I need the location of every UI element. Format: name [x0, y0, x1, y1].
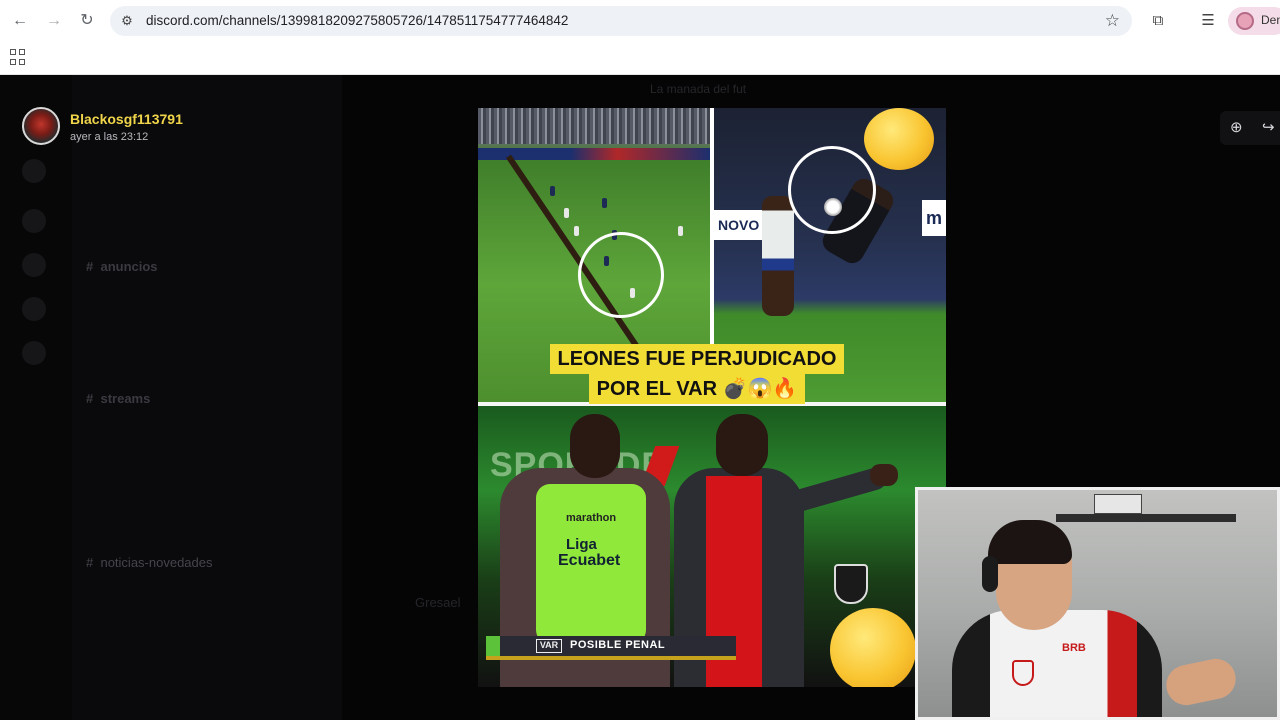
server-rail: [0, 75, 72, 720]
channel-item-selected[interactable]: # noticias-novedades: [86, 555, 213, 570]
sideline-photo: SPORADE marathon Liga Ecuabet VAR POSIBL…: [478, 406, 946, 687]
headline: LEONES FUE PERJUDICADO POR EL VAR 💣😱🔥: [534, 344, 860, 404]
jersey-crest-icon: [1012, 660, 1034, 686]
jersey-brand: BRB: [1062, 642, 1086, 654]
player: [602, 198, 607, 208]
forward-arrow-icon[interactable]: →: [44, 11, 64, 31]
download-icon[interactable]: [22, 341, 46, 365]
shelf-items: [1094, 494, 1142, 514]
server-icon[interactable]: [22, 159, 46, 183]
vest-line1: Liga: [566, 536, 597, 553]
browser-toolbar: ← → ↻ ⚙ discord.com/channels/13998182092…: [0, 0, 1280, 42]
extensions-icon[interactable]: ⧉: [1148, 11, 1168, 31]
training-vest: marathon Liga Ecuabet: [536, 484, 646, 644]
chat-username: Gresael: [415, 595, 461, 610]
server-name: La manada del fut: [650, 82, 747, 96]
reload-icon[interactable]: ↻: [77, 11, 97, 31]
vest-brand: marathon: [566, 512, 617, 524]
lower-third-text: POSIBLE PENAL: [570, 639, 666, 651]
vest-line2: Ecuabet: [558, 552, 621, 569]
media-image[interactable]: NOVO m LEONES FUE PERJUDICADO POR EL VAR…: [478, 108, 946, 687]
url-text: discord.com/channels/1399818209275805726…: [146, 13, 569, 28]
channel-item[interactable]: # streams: [86, 391, 150, 406]
site-settings-icon[interactable]: ⚙: [118, 12, 136, 30]
club-crest-icon: [834, 564, 868, 604]
forward-share-icon[interactable]: ↪: [1262, 118, 1275, 136]
player-bench-head: [570, 414, 620, 478]
streamer-jersey: BRB: [952, 610, 1162, 717]
channel-sidebar: # anuncios # streams # noticias-novedade…: [72, 75, 342, 720]
zoom-icon[interactable]: ⊕: [1230, 118, 1243, 136]
headline-line1: LEONES FUE PERJUDICADO: [549, 344, 845, 374]
headline-line2: POR EL VAR 💣😱🔥: [588, 374, 806, 404]
star-icon[interactable]: ☆: [1105, 11, 1120, 31]
channel-label: anuncios: [100, 259, 158, 274]
author-name[interactable]: Blackosgf113791: [70, 111, 183, 127]
headset-icon: [982, 556, 998, 592]
var-badge: VAR: [536, 639, 562, 653]
back-arrow-icon[interactable]: ←: [10, 11, 30, 31]
highlight-circle: [788, 146, 876, 234]
streamer-hair: [988, 520, 1072, 564]
profile-avatar: [1236, 12, 1254, 30]
sunglasses-emoji-icon: [830, 608, 916, 687]
address-bar[interactable]: ⚙ discord.com/channels/13998182092758057…: [110, 6, 1132, 36]
channel-label: streams: [100, 391, 151, 406]
lower-third-bar: [486, 656, 736, 660]
player: [550, 186, 555, 196]
webcam-overlay: BRB: [915, 487, 1280, 720]
shocked-emoji-icon: [864, 108, 934, 170]
channel-item[interactable]: # anuncios: [86, 259, 158, 274]
profile-label: Den: [1261, 13, 1280, 27]
coach-head: [716, 414, 768, 476]
player: [574, 226, 579, 236]
author-timestamp: ayer a las 23:12: [70, 131, 149, 143]
reading-list-icon[interactable]: ☰: [1198, 11, 1218, 31]
add-server-icon[interactable]: [22, 253, 46, 277]
board-text: m: [922, 200, 946, 236]
server-icon[interactable]: [22, 209, 46, 233]
wall-shelf: [1056, 514, 1236, 522]
author-avatar[interactable]: [22, 107, 60, 145]
channel-label: noticias-novedades: [100, 555, 213, 570]
discover-icon[interactable]: [22, 297, 46, 321]
streamer-hand: [1162, 655, 1240, 709]
profile-button[interactable]: Den: [1228, 7, 1280, 35]
apps-grid-icon[interactable]: [10, 49, 26, 65]
stadium-stands: [478, 108, 710, 144]
bookmarks-bar: [0, 42, 1280, 75]
player: [678, 226, 683, 236]
highlight-circle: [578, 232, 664, 318]
player: [564, 208, 569, 218]
coach-hand: [870, 464, 898, 486]
lightbox-toolbar: ⊕ ↪: [1220, 111, 1280, 145]
lower-third: VAR POSIBLE PENAL: [486, 636, 736, 656]
goalkeeper: [762, 196, 794, 316]
